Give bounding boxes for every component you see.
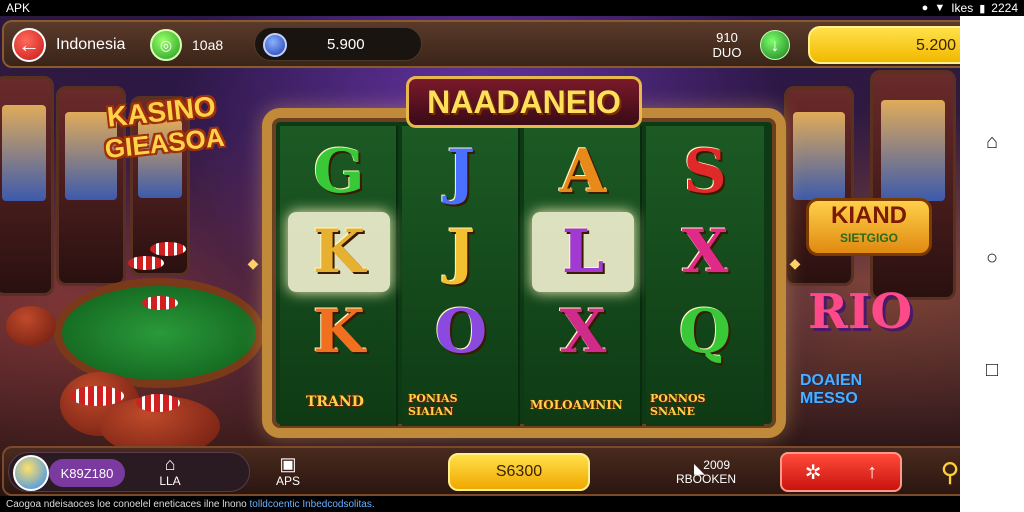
small-info-line-1: 910 — [716, 30, 738, 45]
stool — [6, 306, 56, 346]
home-icon: ⌂ — [164, 454, 176, 474]
slot-machine[interactable]: G K K TRAND J J O PONIAS SIAIAN A L X MO… — [262, 108, 786, 438]
profile[interactable]: K89Z180 — [8, 452, 250, 492]
reel-symbol: A — [559, 137, 607, 207]
wifi-icon: ▼ — [934, 2, 946, 14]
footer-text: Caogoa ndeisaoces loe conoelel eneticace… — [6, 499, 375, 510]
reel-symbol: X — [681, 217, 729, 287]
download-button[interactable]: ↓ — [760, 30, 790, 60]
circle-icon[interactable]: ○ — [980, 246, 1004, 270]
arcade-machine-right-2 — [870, 70, 956, 300]
extra-bottom: RBOOKEN — [676, 472, 737, 486]
footer-link[interactable]: tolldcoentic Inbedcodsolitas. — [250, 499, 375, 510]
top-bar: ← Indonesia ◎ 10a8 5.900 910 DUO ↓ 5.200… — [2, 20, 1000, 68]
gem-icon — [263, 33, 287, 57]
bonus-line-2: MESSO — [800, 390, 858, 407]
avatar[interactable] — [13, 455, 49, 491]
battery-icon: ▮ — [979, 2, 986, 15]
extra-top: 2009 — [703, 458, 730, 472]
reel-3: A L X MOLOAMNIN — [524, 126, 642, 426]
reel-symbol: K — [288, 212, 390, 292]
square-icon[interactable]: □ — [980, 358, 1004, 382]
nav-item-gift[interactable]: ▣ APS — [258, 454, 318, 488]
chevron-right-icon[interactable]: ◆ — [786, 254, 804, 272]
arrow-down-icon: ↓ — [770, 34, 780, 55]
character-label: MOLOAMNIN — [530, 398, 623, 412]
logo-right-line-1: KIAND — [831, 202, 907, 229]
reel-symbol: S — [683, 137, 727, 207]
chip-stack — [150, 242, 186, 256]
small-info: 910 DUO — [704, 30, 750, 60]
nav-item-label: LLA — [159, 474, 181, 488]
nav-item-home[interactable]: ⌂ LLA — [140, 454, 200, 488]
casino-table — [54, 278, 264, 388]
reel-1: G K K TRAND — [280, 126, 398, 426]
gift-icon: ▣ — [279, 454, 297, 474]
reel-symbol: L — [532, 212, 634, 292]
gear-icon: ✲ — [804, 461, 822, 484]
kiand-logo: KIAND SIETGIGO — [806, 198, 932, 256]
reel-symbol: O — [434, 297, 488, 367]
character-label: PONIAS SIAIAN — [408, 392, 458, 418]
arrow-left-icon: ← — [18, 32, 40, 57]
gem-value: 5.900 — [327, 36, 365, 53]
status-time: 2224 — [991, 1, 1018, 15]
balance-value: 5.200 — [916, 37, 957, 54]
spin-button[interactable]: S6300 — [448, 453, 590, 491]
chevron-left-icon[interactable]: ◆ — [244, 254, 262, 272]
back-button[interactable]: ← — [12, 28, 46, 62]
bonus-line-1: DOAIEN — [800, 372, 863, 389]
reel-symbol: X — [559, 297, 607, 367]
notification-icon: ● — [921, 2, 929, 14]
arrow-up-icon: ↑ — [867, 460, 878, 483]
nav-item-label: APS — [275, 474, 300, 488]
home-icon[interactable]: ⌂ — [980, 130, 1004, 154]
character-label: PONNOS SNANE — [650, 392, 706, 418]
gem-balance[interactable]: 5.900 — [254, 27, 422, 61]
reel-2: J J O PONIAS SIAIAN — [402, 126, 520, 426]
logo-right-line-2: SIETGIGO — [839, 231, 898, 245]
reel-4: S X Q PONNOS SNANE — [646, 126, 764, 426]
character-label: TRAND — [306, 394, 364, 410]
search-icon: ⚲ — [940, 456, 960, 487]
green-coin-icon: ◎ — [150, 29, 182, 61]
reel-symbol: G — [313, 137, 365, 207]
arcade-machine-left — [0, 76, 54, 296]
small-info-line-2: DUO — [712, 45, 742, 60]
profile-name: K89Z180 — [49, 459, 125, 487]
status-app-label: APK — [6, 1, 31, 15]
footer-main: Caogoa ndeisaoces loe conoelel eneticace… — [6, 499, 247, 510]
status-text: Ikes — [951, 1, 974, 15]
reel-symbol: J — [446, 217, 476, 287]
green-coin-value: 10a8 — [192, 37, 224, 53]
chip-stack — [142, 296, 178, 310]
chip-stack — [128, 256, 164, 270]
extra-info[interactable]: 2009 RBOOKEN — [676, 458, 737, 486]
status-bar: APK ● ▼ Ikes ▮ 2224 — [0, 0, 1024, 16]
chip-stack — [136, 394, 180, 412]
region-label: Indonesia — [56, 36, 126, 53]
slot-title: NAADANEIO — [406, 76, 642, 128]
rio-logo: RIO — [808, 284, 913, 340]
action-button[interactable]: ✲ ↑ — [780, 452, 902, 492]
bottom-bar: K89Z180 ⌂ LLA ▣ APS S6300 ◣ 2009 RBOOKEN… — [2, 446, 1000, 496]
reel-symbol: J — [446, 137, 476, 207]
chip-stack — [70, 386, 124, 406]
reel-symbol: Q — [678, 297, 732, 367]
bonus-text: DOAIEN MESSO — [800, 372, 862, 408]
system-nav-bar: ⌂ ○ □ — [960, 16, 1024, 512]
reel-symbol: K — [312, 297, 366, 367]
